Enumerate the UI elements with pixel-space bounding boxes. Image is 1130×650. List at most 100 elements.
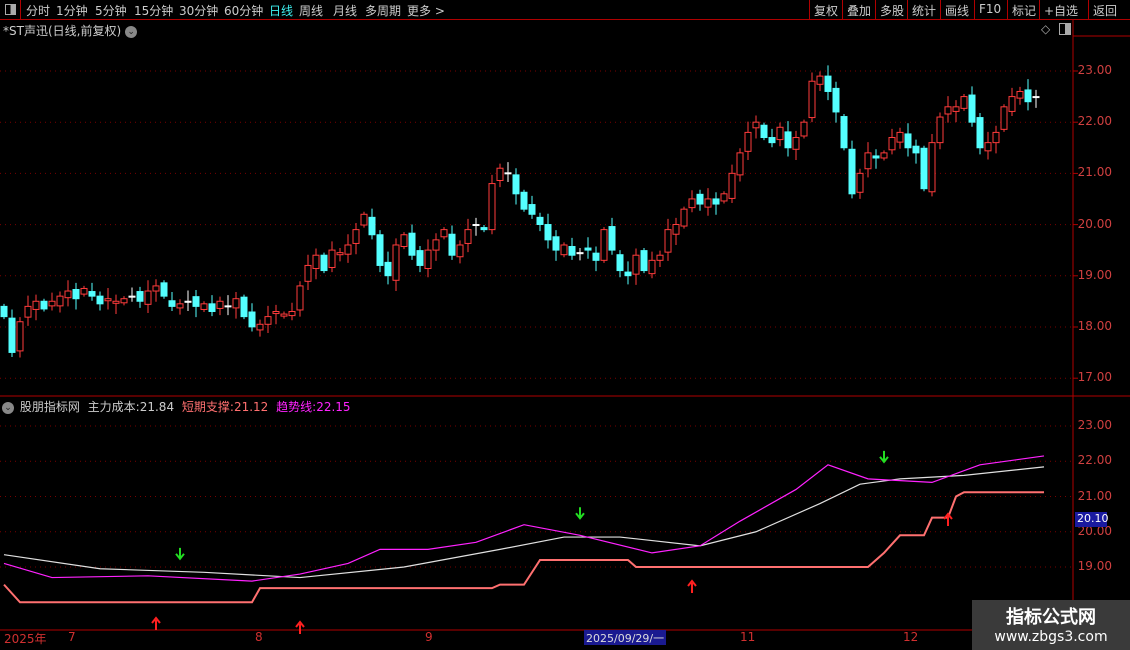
candle-body (656, 254, 664, 261)
candle-body (632, 254, 640, 275)
candle-body (888, 137, 896, 151)
candle-body (1032, 96, 1040, 99)
candle-body (992, 131, 1000, 144)
month-label: 8 (255, 630, 263, 644)
candle-body (192, 296, 200, 307)
candle-body (256, 323, 264, 331)
indicator-axis-label: 21.00 (1077, 488, 1112, 503)
candle-body (56, 295, 64, 307)
indicator-name: 股朋指标网 (19, 400, 80, 414)
candle-body (176, 303, 184, 309)
candle-body (1000, 106, 1008, 130)
month-label: 9 (425, 630, 433, 644)
candle-body (840, 116, 848, 149)
candle-body (416, 250, 424, 266)
kline-chart[interactable] (0, 0, 1130, 650)
candle-body (680, 208, 688, 227)
candle-body (96, 295, 104, 305)
price-axis-label: 22.00 (1077, 114, 1112, 129)
candle-body (712, 198, 720, 205)
candle-body (520, 191, 528, 210)
candle-body (600, 229, 608, 261)
candle-body (248, 311, 256, 328)
price-axis-label: 17.00 (1077, 370, 1112, 385)
candle-body (672, 224, 680, 235)
candle-body (864, 152, 872, 170)
price-axis-label: 23.00 (1077, 63, 1112, 77)
candle-body (64, 290, 72, 299)
sell-arrow-icon (575, 507, 585, 520)
candle-body (496, 167, 504, 182)
indicator-axis-label: 19.00 (1077, 559, 1112, 573)
candle-body (624, 271, 632, 277)
candle-body (592, 252, 600, 261)
candle-body (264, 316, 272, 325)
month-label: 11 (740, 630, 756, 644)
candle-body (464, 229, 472, 244)
candle-body (400, 234, 408, 248)
candle-body (16, 321, 24, 352)
candle-body (328, 249, 336, 268)
candle-body (456, 244, 464, 258)
candle-body (696, 193, 704, 205)
chevron-down-icon[interactable]: ⌄ (2, 401, 14, 414)
candle-body (384, 261, 392, 277)
main-cost-value: 21.84 (139, 400, 175, 414)
panel-icon[interactable] (1059, 23, 1071, 35)
candle-body (392, 244, 400, 281)
candle-body (728, 172, 736, 199)
candle-body (832, 87, 840, 113)
candle-body (848, 148, 856, 195)
candle-body (144, 290, 152, 305)
candle-body (112, 300, 120, 304)
candle-body (616, 254, 624, 272)
candle-body (880, 152, 888, 159)
candle-body (480, 227, 488, 231)
candle-body (688, 198, 696, 209)
sell-arrow-icon (175, 547, 185, 561)
candle-body (312, 254, 320, 270)
candle-body (280, 313, 288, 317)
candle-body (920, 147, 928, 190)
indicator-line-0 (3, 466, 1045, 579)
candle-body (472, 224, 480, 227)
price-axis-label: 21.00 (1077, 165, 1112, 180)
candle-body (760, 124, 768, 139)
candle-body (1008, 96, 1016, 112)
indicator-line-2 (3, 491, 1044, 604)
candle-body (448, 233, 456, 256)
candle-body (1024, 89, 1032, 103)
buy-arrow-icon (687, 579, 697, 593)
candle-body (1016, 90, 1024, 99)
candle-body (744, 131, 752, 152)
candle-body (792, 137, 800, 150)
price-axis-label: 19.00 (1077, 267, 1112, 282)
trend-value: 22.15 (316, 400, 351, 414)
watermark-title: 指标公式网 (1006, 607, 1096, 628)
candle-body (648, 259, 656, 275)
candle-body (216, 300, 224, 309)
candle-body (128, 295, 136, 298)
candle-body (960, 96, 968, 109)
candle-body (872, 155, 880, 159)
diamond-icon[interactable]: ◇ (1041, 22, 1050, 36)
candle-body (704, 198, 712, 208)
price-axis-label: 20.00 (1077, 216, 1112, 231)
support-value: 21.12 (233, 400, 269, 414)
candle-body (440, 229, 448, 238)
candle-body (352, 229, 360, 244)
candle-body (560, 244, 568, 256)
candle-body (608, 226, 616, 251)
candle-body (32, 300, 40, 310)
candle-body (488, 183, 496, 231)
candle-body (0, 305, 8, 318)
price-axis-label: 18.00 (1077, 319, 1112, 333)
candle-body (552, 236, 560, 251)
indicator-cursor-value: 20.10 (1075, 512, 1109, 527)
candle-body (200, 303, 208, 310)
indicator-legend: ⌄ 股朋指标网 主力成本:21.84 短期支撑:21.12 趋势线:22.15 (2, 398, 355, 415)
month-label: 7 (68, 630, 76, 644)
candle-body (736, 152, 744, 176)
support-label: 短期支撑: (181, 400, 234, 414)
candle-body (304, 264, 312, 282)
